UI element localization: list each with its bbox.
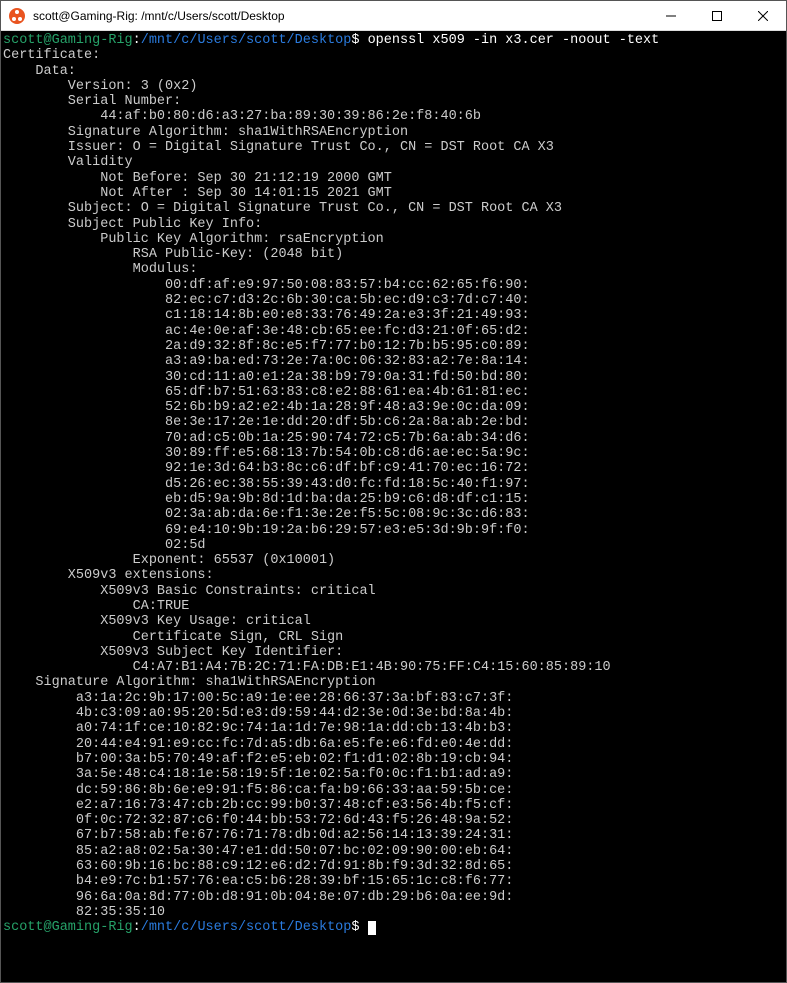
terminal-area[interactable]: scott@Gaming-Rig:/mnt/c/Users/scott/Desk…: [1, 31, 786, 982]
output-line: Subject Public Key Info:: [3, 217, 262, 232]
output-line: a3:1a:2c:9b:17:00:5c:a9:1e:ee:28:66:37:3…: [3, 691, 513, 706]
output-line: a3:a9:ba:ed:73:2e:7a:0c:06:32:83:a2:7e:8…: [3, 354, 530, 369]
output-line: X509v3 Basic Constraints: critical: [3, 584, 376, 599]
prompt-line-1: scott@Gaming-Rig:/mnt/c/Users/scott/Desk…: [3, 33, 659, 48]
output-line: 02:5d: [3, 538, 206, 553]
ubuntu-icon: [9, 8, 25, 24]
output-line: ac:4e:0e:af:3e:48:cb:65:ee:fc:d3:21:0f:6…: [3, 324, 530, 339]
output-line: eb:d5:9a:9b:8d:1d:ba:da:25:b9:c6:d8:df:c…: [3, 492, 530, 507]
output-line: 8e:3e:17:2e:1e:dd:20:df:5b:c6:2a:8a:ab:2…: [3, 415, 530, 430]
output-line: e2:a7:16:73:47:cb:2b:cc:99:b0:37:48:cf:e…: [3, 798, 513, 813]
output-line: 82:35:35:10: [3, 905, 165, 920]
cursor: [368, 921, 376, 935]
output-line: Issuer: O = Digital Signature Trust Co.,…: [3, 140, 554, 155]
output-line: 85:a2:a8:02:5a:30:47:e1:dd:50:07:bc:02:0…: [3, 844, 513, 859]
output-line: 69:e4:10:9b:19:2a:b6:29:57:e3:e5:3d:9b:9…: [3, 523, 530, 538]
output-line: Validity: [3, 155, 133, 170]
output-line: Signature Algorithm: sha1WithRSAEncrypti…: [3, 125, 408, 140]
output-line: X509v3 Subject Key Identifier:: [3, 645, 343, 660]
output-line: b7:00:3a:b5:70:49:af:f2:e5:eb:02:f1:d1:0…: [3, 752, 513, 767]
output-line: C4:A7:B1:A4:7B:2C:71:FA:DB:E1:4B:90:75:F…: [3, 660, 611, 675]
output-line: 00:df:af:e9:97:50:08:83:57:b4:cc:62:65:f…: [3, 278, 530, 293]
window-title: scott@Gaming-Rig: /mnt/c/Users/scott/Des…: [33, 9, 648, 23]
output-line: X509v3 Key Usage: critical: [3, 614, 311, 629]
output-line: 63:60:9b:16:bc:88:c9:12:e6:d2:7d:91:8b:f…: [3, 859, 513, 874]
output-line: Serial Number:: [3, 94, 181, 109]
titlebar[interactable]: scott@Gaming-Rig: /mnt/c/Users/scott/Des…: [1, 1, 786, 31]
prompt-path: /mnt/c/Users/scott/Desktop: [141, 920, 352, 935]
output-line: X509v3 extensions:: [3, 568, 214, 583]
output-line: Modulus:: [3, 262, 197, 277]
output-line: 20:44:e4:91:e9:cc:fc:7d:a5:db:6a:e5:fe:e…: [3, 737, 513, 752]
output-line: 96:6a:0a:8d:77:0b:d8:91:0b:04:8e:07:db:2…: [3, 890, 513, 905]
output-line: 02:3a:ab:da:6e:f1:3e:2e:f5:5c:08:9c:3c:d…: [3, 507, 530, 522]
close-button[interactable]: [740, 1, 786, 31]
output-line: 0f:0c:72:32:87:c6:f0:44:bb:53:72:6d:43:f…: [3, 813, 513, 828]
output-line: Certificate Sign, CRL Sign: [3, 630, 343, 645]
output-line: CA:TRUE: [3, 599, 189, 614]
output-line: 30:89:ff:e5:68:13:7b:54:0b:c8:d6:ae:ec:5…: [3, 446, 530, 461]
window-controls: [648, 1, 786, 31]
prompt-user: scott@Gaming-Rig: [3, 33, 133, 48]
output-line: 65:df:b7:51:63:83:c8:e2:88:61:ea:4b:61:8…: [3, 385, 530, 400]
output-line: Subject: O = Digital Signature Trust Co.…: [3, 201, 562, 216]
maximize-button[interactable]: [694, 1, 740, 31]
output-line: b4:e9:7c:b1:57:76:ea:c5:b6:28:39:bf:15:6…: [3, 874, 513, 889]
output-line: RSA Public-Key: (2048 bit): [3, 247, 343, 262]
output-line: Data:: [3, 64, 76, 79]
output-line: Exponent: 65537 (0x10001): [3, 553, 335, 568]
output-line: dc:59:86:8b:6e:e9:91:f5:86:ca:fa:b9:66:3…: [3, 783, 513, 798]
command-text: openssl x509 -in x3.cer -noout -text: [368, 33, 660, 48]
output-line: 44:af:b0:80:d6:a3:27:ba:89:30:39:86:2e:f…: [3, 109, 481, 124]
output-line: 4b:c3:09:a0:95:20:5d:e3:d9:59:44:d2:3e:0…: [3, 706, 513, 721]
output-line: Version: 3 (0x2): [3, 79, 197, 94]
output-line: 67:b7:58:ab:fe:67:76:71:78:db:0d:a2:56:1…: [3, 828, 513, 843]
prompt-line-2: scott@Gaming-Rig:/mnt/c/Users/scott/Desk…: [3, 920, 376, 935]
output-line: a0:74:1f:ce:10:82:9c:74:1a:1d:7e:98:1a:d…: [3, 721, 513, 736]
output-line: 2a:d9:32:8f:8c:e5:f7:77:b0:12:7b:b5:95:c…: [3, 339, 530, 354]
output-line: 3a:5e:48:c4:18:1e:58:19:5f:1e:02:5a:f0:0…: [3, 767, 513, 782]
output-line: c1:18:14:8b:e0:e8:33:76:49:2a:e3:3f:21:4…: [3, 308, 530, 323]
output-line: 82:ec:c7:d3:2c:6b:30:ca:5b:ec:d9:c3:7d:c…: [3, 293, 530, 308]
output-line: d5:26:ec:38:55:39:43:d0:fc:fd:18:5c:40:f…: [3, 477, 530, 492]
output-line: 30:cd:11:a0:e1:2a:38:b9:79:0a:31:fd:50:b…: [3, 370, 530, 385]
output-line: Public Key Algorithm: rsaEncryption: [3, 232, 384, 247]
output-line: Not Before: Sep 30 21:12:19 2000 GMT: [3, 171, 392, 186]
prompt-user: scott@Gaming-Rig: [3, 920, 133, 935]
output-line: Signature Algorithm: sha1WithRSAEncrypti…: [3, 675, 376, 690]
output-line: 70:ad:c5:0b:1a:25:90:74:72:c5:7b:6a:ab:3…: [3, 431, 530, 446]
terminal-window: scott@Gaming-Rig: /mnt/c/Users/scott/Des…: [0, 0, 787, 983]
output-line: Certificate:: [3, 48, 100, 63]
output-line: Not After : Sep 30 14:01:15 2021 GMT: [3, 186, 392, 201]
output-line: 92:1e:3d:64:b3:8c:c6:df:bf:c9:41:70:ec:1…: [3, 461, 530, 476]
output-line: 52:6b:b9:a2:e2:4b:1a:28:9f:48:a3:9e:0c:d…: [3, 400, 530, 415]
prompt-path: /mnt/c/Users/scott/Desktop: [141, 33, 352, 48]
minimize-button[interactable]: [648, 1, 694, 31]
